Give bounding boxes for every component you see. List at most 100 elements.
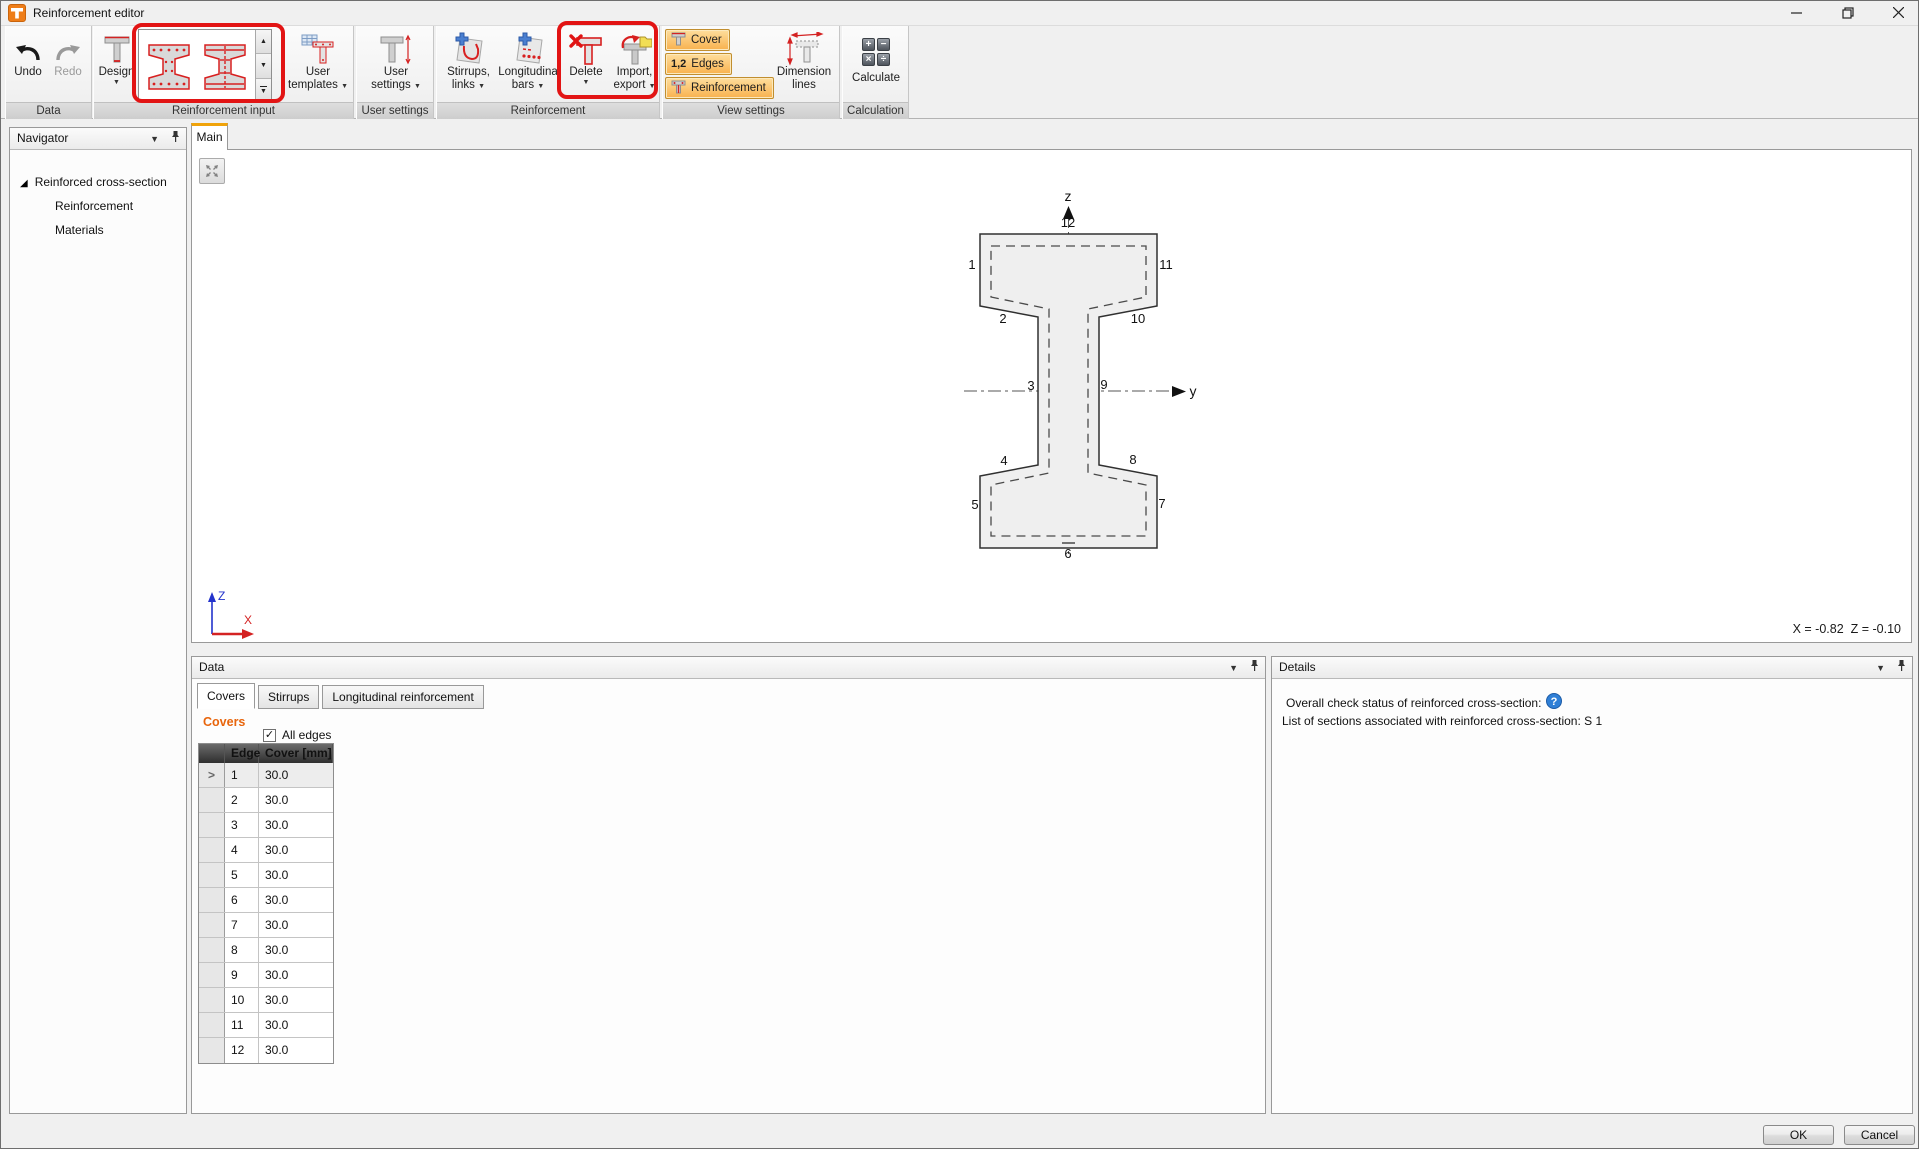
row-selector[interactable] <box>199 813 225 837</box>
all-edges-checkbox[interactable]: ✓ <box>263 729 276 742</box>
cell-edge: 6 <box>225 888 259 912</box>
row-selector[interactable] <box>199 913 225 937</box>
ribbon-group-reinforcement: Stirrups, links ▼ Longitudina bars ▼ Del… <box>436 26 660 119</box>
reinforcement-template-gallery: ▲ ▼ ▼ <box>138 29 272 104</box>
cell-cover[interactable]: 30.0 <box>259 788 333 812</box>
cover-toggle[interactable]: Cover <box>665 29 730 51</box>
dimension-lines-label-2: lines <box>792 79 816 92</box>
calculate-button[interactable]: +−×÷ Calculate <box>846 29 906 101</box>
stirrups-links-icon <box>452 30 486 66</box>
row-selector[interactable] <box>199 938 225 962</box>
edge-label-7: 7 <box>1158 496 1165 511</box>
cell-cover[interactable]: 30.0 <box>259 963 333 987</box>
covers-table-row[interactable]: 830.0 <box>199 938 333 963</box>
covers-table-row[interactable]: 930.0 <box>199 963 333 988</box>
close-button[interactable] <box>1881 1 1915 24</box>
cancel-button[interactable]: Cancel <box>1844 1125 1915 1145</box>
cell-cover[interactable]: 30.0 <box>259 913 333 937</box>
row-selector[interactable]: > <box>199 763 225 787</box>
cell-cover[interactable]: 30.0 <box>259 1038 333 1063</box>
cell-edge: 3 <box>225 813 259 837</box>
cover-toggle-label: Cover <box>691 34 722 46</box>
cell-edge: 8 <box>225 938 259 962</box>
covers-table-row[interactable]: 1230.0 <box>199 1038 333 1063</box>
ok-button[interactable]: OK <box>1763 1125 1834 1145</box>
undo-button[interactable]: Undo <box>9 29 47 101</box>
dimension-lines-button[interactable]: Dimension lines <box>771 29 837 101</box>
redo-button[interactable]: Redo <box>49 29 87 101</box>
drawing-canvas[interactable]: z y 123456789101112 Z X X = -0.82 Z = -0… <box>191 149 1912 643</box>
edges-toggle-icon: 1,2 <box>671 58 686 70</box>
row-selector[interactable] <box>199 863 225 887</box>
covers-table-row[interactable]: 630.0 <box>199 888 333 913</box>
cell-cover[interactable]: 30.0 <box>259 1013 333 1037</box>
tree-item-reinforcement[interactable]: Reinforcement <box>55 199 133 213</box>
row-selector[interactable] <box>199 1038 225 1063</box>
import-export-button[interactable]: Import, export ▼ <box>610 29 659 101</box>
data-panel-header: Data ▼ <box>192 657 1265 679</box>
gallery-expand-button[interactable]: ▼ <box>256 79 271 103</box>
row-selector[interactable] <box>199 788 225 812</box>
cell-cover[interactable]: 30.0 <box>259 988 333 1012</box>
row-selector[interactable] <box>199 888 225 912</box>
gallery-scroll-down-button[interactable]: ▼ <box>256 54 271 78</box>
covers-table-row[interactable]: 430.0 <box>199 838 333 863</box>
tree-item-reinforced-cross-section[interactable]: ◢Reinforced cross-section <box>20 175 167 189</box>
delete-button[interactable]: Delete ▼ <box>564 29 608 101</box>
help-icon[interactable]: ? <box>1546 693 1562 712</box>
data-panel-tabs: Covers Stirrups Longitudinal reinforceme… <box>197 683 487 709</box>
row-selector[interactable] <box>199 963 225 987</box>
calculate-icon: +−×÷ <box>862 30 890 66</box>
covers-table-row[interactable]: 1030.0 <box>199 988 333 1013</box>
cell-cover[interactable]: 30.0 <box>259 863 333 887</box>
longitudinal-bars-button[interactable]: Longitudina bars ▼ <box>499 29 557 101</box>
cell-edge: 11 <box>225 1013 259 1037</box>
row-selector[interactable] <box>199 838 225 862</box>
covers-table-row[interactable]: 730.0 <box>199 913 333 938</box>
restore-button[interactable] <box>1831 1 1865 24</box>
navigator-dropdown-icon[interactable]: ▼ <box>150 129 159 150</box>
details-panel-dropdown-icon[interactable]: ▼ <box>1876 658 1885 679</box>
navigator-title: Navigator <box>17 131 68 145</box>
dimension-lines-icon <box>784 30 824 66</box>
covers-table-row[interactable]: 330.0 <box>199 813 333 838</box>
row-selector[interactable] <box>199 988 225 1012</box>
cell-cover[interactable]: 30.0 <box>259 888 333 912</box>
tab-longitudinal-reinforcement[interactable]: Longitudinal reinforcement <box>322 685 483 709</box>
cell-cover[interactable]: 30.0 <box>259 838 333 862</box>
covers-table-row[interactable]: 1130.0 <box>199 1013 333 1038</box>
tab-main[interactable]: Main <box>191 123 228 150</box>
group-label-view-settings: View settings <box>663 102 839 119</box>
tree-expander-icon[interactable]: ◢ <box>20 178 28 189</box>
cell-edge: 2 <box>225 788 259 812</box>
gallery-scroll-up-button[interactable]: ▲ <box>256 30 271 54</box>
cell-edge: 5 <box>225 863 259 887</box>
design-button[interactable]: Design ▼ <box>96 29 137 101</box>
covers-table-row[interactable]: 530.0 <box>199 863 333 888</box>
covers-table-row[interactable]: >130.0 <box>199 763 333 788</box>
reinforcement-toggle[interactable]: Reinforcement <box>665 77 774 99</box>
template-i-section-stirrups[interactable] <box>199 36 251 98</box>
user-templates-button[interactable]: User templates ▼ <box>286 29 350 101</box>
row-selector[interactable] <box>199 1013 225 1037</box>
cell-cover[interactable]: 30.0 <box>259 763 333 787</box>
cell-cover[interactable]: 30.0 <box>259 813 333 837</box>
data-panel: Data ▼ Covers Stirrups Longitudinal rein… <box>191 656 1266 1114</box>
template-i-section-bars[interactable] <box>143 36 195 98</box>
user-settings-button[interactable]: User settings ▼ <box>364 29 428 101</box>
covers-table: Edge Cover [mm] >130.0230.0330.0430.0530… <box>198 743 334 1064</box>
details-panel-pin-icon[interactable] <box>1897 658 1906 679</box>
tab-covers[interactable]: Covers <box>197 683 255 709</box>
redo-label: Redo <box>54 66 82 79</box>
covers-table-row[interactable]: 230.0 <box>199 788 333 813</box>
tab-stirrups[interactable]: Stirrups <box>258 685 319 709</box>
data-panel-pin-icon[interactable] <box>1250 658 1259 679</box>
edges-toggle[interactable]: 1,2 Edges <box>665 53 732 75</box>
edge-label-12: 12 <box>1061 215 1075 230</box>
stirrups-links-button[interactable]: Stirrups, links ▼ <box>440 29 497 101</box>
tree-item-materials[interactable]: Materials <box>55 223 104 237</box>
navigator-pin-icon[interactable] <box>171 129 180 150</box>
cell-cover[interactable]: 30.0 <box>259 938 333 962</box>
minimize-button[interactable] <box>1779 1 1813 24</box>
data-panel-dropdown-icon[interactable]: ▼ <box>1229 658 1238 679</box>
